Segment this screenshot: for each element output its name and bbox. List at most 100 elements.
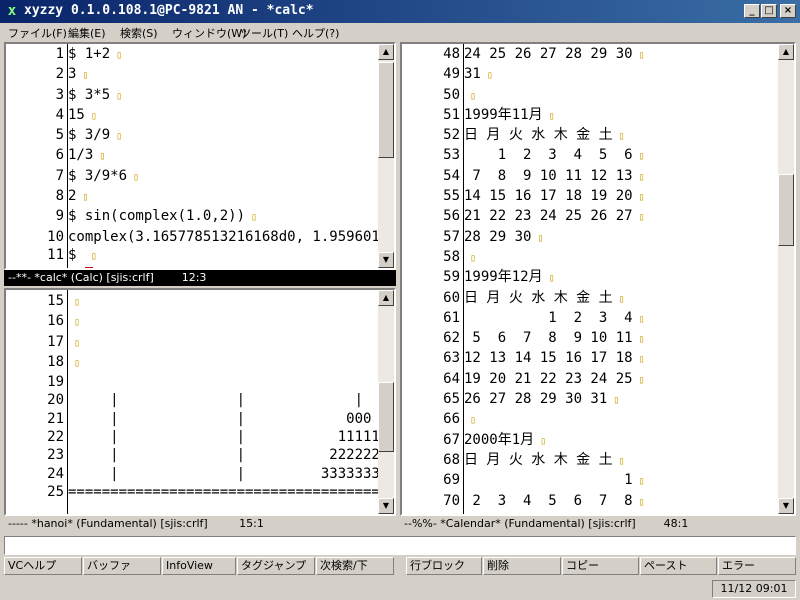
fn-key-5[interactable]: 次検索/下 [316, 557, 394, 575]
scroll-thumb[interactable] [378, 62, 394, 158]
line-number-gutter [463, 44, 464, 514]
line-number: 70 [443, 492, 460, 509]
fn-key-3[interactable]: InfoView [162, 557, 236, 575]
scroll-up-button[interactable]: ▲ [378, 290, 394, 306]
app-icon[interactable]: x [4, 3, 20, 19]
calc-scrollbar[interactable]: ▲ ▼ [378, 44, 394, 268]
minibuffer-input[interactable] [4, 536, 796, 555]
eol-mark: ▯ [632, 151, 645, 163]
line-text: 26 27 28 29 30 31 [464, 391, 608, 408]
fn-key-6[interactable]: 行ブロック [406, 557, 482, 575]
menu-window[interactable]: ウィンドウ(W) [172, 25, 246, 41]
line-number: 56 [443, 208, 460, 225]
editor-line: 60 日 月 火 水 木 金 土 ▯ [402, 289, 645, 309]
hanoi-pane[interactable]: 15 ▯ 16 ▯ 17 ▯ 18 ▯ 19 20 | | | 21 | | 000 22 |… [4, 288, 396, 516]
line-number: 24 [47, 465, 64, 482]
line-number: 4 [55, 106, 64, 123]
line-text: complex(3.165778513216168d0, 1.95960104 [68, 228, 396, 245]
line-number: 55 [443, 188, 460, 205]
line-text: 1 2 3 4 [464, 309, 633, 326]
line-number: 15 [47, 293, 64, 309]
line-number: 54 [443, 167, 460, 184]
eol-mark: ▯ [632, 496, 645, 508]
function-key-bar: VCヘルプ バッファ InfoView タグジャンプ 次検索/下 行ブロック 削… [0, 556, 800, 576]
editor-line: 23 ▯ [6, 65, 394, 85]
menu-search[interactable]: 検索(S) [120, 25, 158, 41]
fn-key-2[interactable]: バッファ [83, 557, 161, 575]
close-button[interactable]: × [780, 4, 796, 18]
line-text: $ sin(complex(1.0,2)) [68, 208, 246, 225]
editor-line: 69 1 ▯ [402, 471, 644, 491]
calendar-pane[interactable]: 48 24 25 26 27 28 29 30 ▯ 49 31 ▯ 50 ▯ 51 1999… [400, 42, 796, 516]
fn-key-10[interactable]: エラー [718, 557, 796, 575]
scroll-thumb[interactable] [378, 382, 394, 452]
line-text: $ 3/9*6 [68, 167, 128, 184]
line-text: $ 1+2 [68, 46, 111, 62]
menu-edit[interactable]: 編集(E) [68, 25, 106, 41]
line-text: $ 3/9 [68, 127, 111, 144]
line-text: 5 6 7 8 9 10 11 [464, 330, 633, 347]
hanoi-scrollbar[interactable]: ▲ ▼ [378, 290, 394, 514]
eol-mark: ▯ [632, 192, 645, 204]
scroll-up-button[interactable]: ▲ [378, 44, 394, 60]
line-number: 19 [47, 374, 64, 391]
menu-bar: ファイル(F) 編集(E) 検索(S) ウィンドウ(W) ツール(T) ヘルプ(… [0, 23, 800, 42]
editor-line: 61 1 2 3 4 ▯ [402, 309, 645, 329]
line-text: 14 15 16 17 18 19 20 [464, 188, 633, 205]
fn-key-4[interactable]: タグジャンプ [237, 557, 315, 575]
maximize-button[interactable]: □ [761, 4, 777, 18]
editor-line: 57 28 29 30 ▯ [402, 228, 645, 248]
menu-help[interactable]: ヘルプ(?) [292, 25, 339, 41]
editor-line: 5 $ 3/9 ▯ [6, 126, 394, 146]
editor-line: 24 | | 333333333 [6, 465, 394, 483]
scroll-down-button[interactable]: ▼ [378, 498, 394, 514]
line-number: 17 [47, 333, 64, 350]
line-number: 53 [443, 147, 460, 164]
scroll-up-button[interactable]: ▲ [778, 44, 794, 60]
eol-mark: ▯ [632, 313, 645, 325]
line-number: 50 [443, 86, 460, 103]
line-text: 28 29 30 [464, 228, 532, 245]
fn-key-9[interactable]: ペースト [640, 557, 717, 575]
scroll-thumb[interactable] [778, 174, 794, 246]
editor-line: 53 1 2 3 4 5 6 ▯ [402, 146, 645, 166]
hanoi-text[interactable]: 15 ▯ 16 ▯ 17 ▯ 18 ▯ 19 20 | | | 21 | | 000 22 |… [6, 292, 394, 501]
minimize-button[interactable]: _ [744, 4, 760, 18]
line-text: 7 8 9 10 11 12 13 [464, 167, 633, 184]
fn-key-1[interactable]: VCヘルプ [4, 557, 82, 575]
eol-mark: ▯ [632, 334, 645, 346]
line-number: 5 [55, 127, 64, 144]
editor-line: 70 2 3 4 5 6 7 8 ▯ [402, 492, 645, 512]
eol-mark: ▯ [632, 50, 645, 61]
editor-line: 22 | | 11111 [6, 428, 394, 446]
scroll-down-button[interactable]: ▼ [778, 498, 794, 514]
title-bar: x xyzzy 0.1.0.108.1@PC-9821 AN - *calc* … [0, 0, 800, 23]
menu-tools[interactable]: ツール(T) [240, 25, 288, 41]
fn-key-8[interactable]: コピー [562, 557, 639, 575]
calc-pane[interactable]: 1 $ 1+2 ▯ 2 3 ▯ 3 $ 3*5 ▯ 4 15 ▯ 5 $ 3/9 ▯ 6 1/3 ▯ 7… [4, 42, 396, 270]
line-text: 2 3 4 5 6 7 8 [464, 492, 633, 509]
line-text: 日 月 火 水 木 金 土 [464, 289, 613, 306]
eol-mark: ▯ [110, 131, 123, 143]
calendar-text[interactable]: 48 24 25 26 27 28 29 30 ▯ 49 31 ▯ 50 ▯ 51 1999… [402, 45, 645, 514]
editor-line: 3 $ 3*5 ▯ [6, 86, 394, 106]
editor-line: 65 26 27 28 29 30 31 ▯ [402, 390, 645, 410]
eol-mark: ▯ [542, 110, 555, 122]
calendar-scrollbar[interactable]: ▲ ▼ [778, 44, 794, 514]
editor-line: 67 2000年1月 ▯ [402, 431, 645, 451]
eol-mark: ▯ [464, 252, 477, 264]
line-number: 23 [47, 447, 64, 464]
editor-line: 54 7 8 9 10 11 12 13 ▯ [402, 167, 644, 187]
calc-modeline: --**- *calc* (Calc) [sjis:crlf] 12:3 [4, 270, 396, 286]
eol-mark: ▯ [534, 435, 547, 447]
scroll-down-button[interactable]: ▼ [378, 252, 394, 268]
menu-file[interactable]: ファイル(F) [8, 25, 67, 41]
eol-mark: ▯ [68, 357, 81, 369]
calendar-modeline: --%%- *Calendar* (Fundamental) [sjis:crl… [400, 516, 796, 532]
editor-line: 16 ▯ [6, 312, 394, 332]
editor-line: 58 ▯ [402, 248, 645, 268]
line-text: $ 3*5 [68, 86, 111, 103]
fn-key-7[interactable]: 削除 [483, 557, 561, 575]
calc-text[interactable]: 1 $ 1+2 ▯ 2 3 ▯ 3 $ 3*5 ▯ 4 15 ▯ 5 $ 3/9 ▯ 6 1/3 ▯ 7… [6, 45, 396, 268]
line-text: | | 000 [68, 410, 372, 427]
